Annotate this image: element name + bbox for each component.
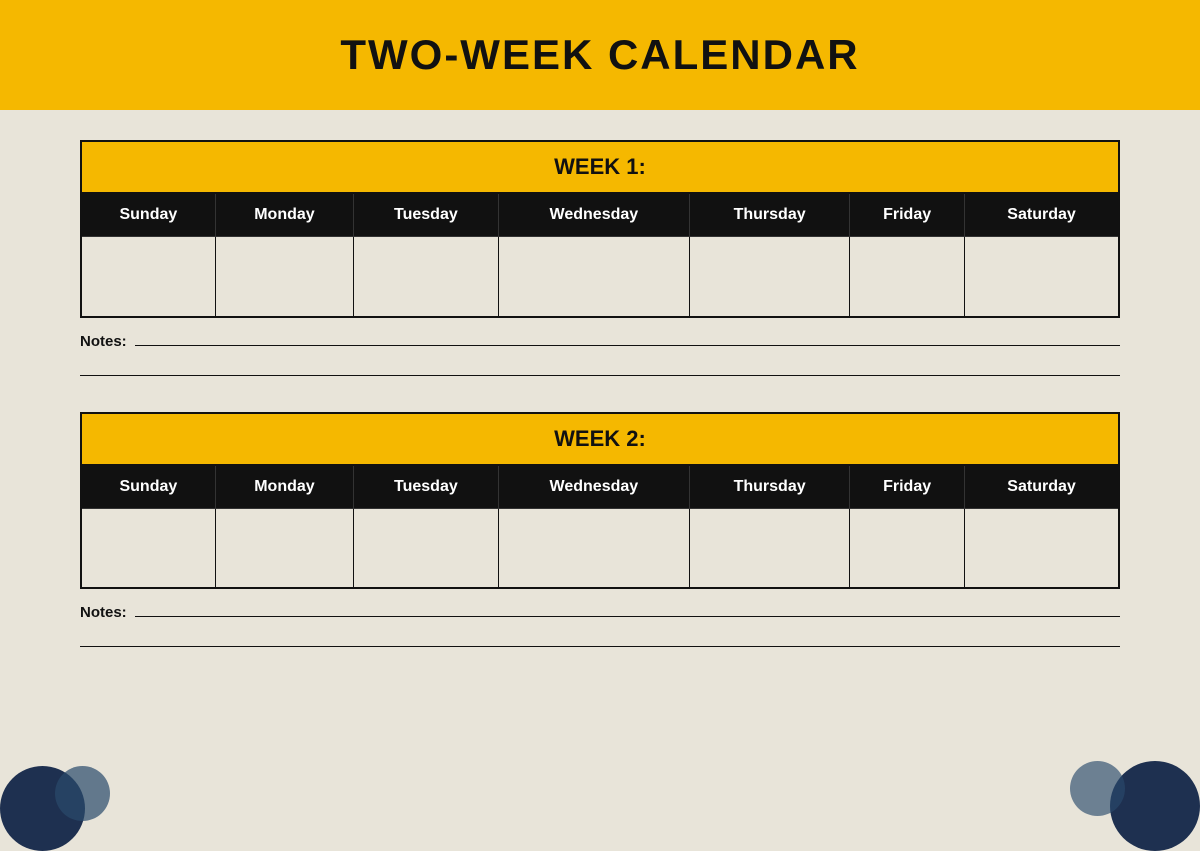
week1-sunday-cell[interactable]: [81, 237, 215, 317]
week2-thursday-header: Thursday: [690, 465, 850, 509]
week1-thursday-cell[interactable]: [690, 237, 850, 317]
week2-section: WEEK 2: Sunday Monday Tuesday Wednesday …: [80, 412, 1120, 656]
main-content: WEEK 1: Sunday Monday Tuesday Wednesday …: [0, 110, 1200, 713]
week1-friday-header: Friday: [850, 193, 965, 237]
page-title: TWO-WEEK CALENDAR: [340, 31, 859, 79]
week2-notes-label: Notes:: [80, 604, 127, 621]
week1-monday-cell[interactable]: [215, 237, 353, 317]
week1-content-row: [81, 237, 1119, 317]
week2-monday-header: Monday: [215, 465, 353, 509]
week1-monday-header: Monday: [215, 193, 353, 237]
week1-wednesday-header: Wednesday: [498, 193, 689, 237]
week1-tuesday-header: Tuesday: [354, 193, 499, 237]
week1-saturday-header: Saturday: [965, 193, 1119, 237]
week2-saturday-cell[interactable]: [965, 508, 1119, 588]
week1-notes-line2[interactable]: [80, 358, 1120, 376]
week1-header-row: WEEK 1:: [81, 141, 1119, 193]
week2-notes-line1: Notes:: [80, 599, 1120, 621]
week1-notes-label: Notes:: [80, 333, 127, 350]
week2-tuesday-header: Tuesday: [354, 465, 499, 509]
week2-friday-cell[interactable]: [850, 508, 965, 588]
week2-thursday-cell[interactable]: [690, 508, 850, 588]
week2-table: WEEK 2: Sunday Monday Tuesday Wednesday …: [80, 412, 1120, 590]
week2-saturday-header: Saturday: [965, 465, 1119, 509]
week1-table: WEEK 1: Sunday Monday Tuesday Wednesday …: [80, 140, 1120, 318]
week1-label: WEEK 1:: [81, 141, 1119, 193]
week1-saturday-cell[interactable]: [965, 237, 1119, 317]
week1-notes-line1: Notes:: [80, 328, 1120, 350]
week1-day-headers: Sunday Monday Tuesday Wednesday Thursday…: [81, 193, 1119, 237]
deco-bottom-left: [0, 751, 120, 851]
page-header: TWO-WEEK CALENDAR: [0, 0, 1200, 110]
week2-notes-underline1[interactable]: [135, 599, 1120, 617]
week2-notes-line2[interactable]: [80, 629, 1120, 647]
week2-tuesday-cell[interactable]: [354, 508, 499, 588]
week1-thursday-header: Thursday: [690, 193, 850, 237]
week1-section: WEEK 1: Sunday Monday Tuesday Wednesday …: [80, 140, 1120, 384]
circle-small-right: [1070, 761, 1125, 816]
week2-sunday-cell[interactable]: [81, 508, 215, 588]
week2-day-headers: Sunday Monday Tuesday Wednesday Thursday…: [81, 465, 1119, 509]
week2-content-row: [81, 508, 1119, 588]
week1-wednesday-cell[interactable]: [498, 237, 689, 317]
week2-label: WEEK 2:: [81, 413, 1119, 465]
week1-tuesday-cell[interactable]: [354, 237, 499, 317]
circle-small-left: [55, 766, 110, 821]
week1-notes-section: Notes:: [80, 328, 1120, 384]
deco-bottom-right: [1070, 751, 1200, 851]
week2-friday-header: Friday: [850, 465, 965, 509]
week2-notes-section: Notes:: [80, 599, 1120, 655]
week1-sunday-header: Sunday: [81, 193, 215, 237]
week1-friday-cell[interactable]: [850, 237, 965, 317]
week1-notes-underline1[interactable]: [135, 328, 1120, 346]
week2-sunday-header: Sunday: [81, 465, 215, 509]
week2-header-row: WEEK 2:: [81, 413, 1119, 465]
week2-wednesday-cell[interactable]: [498, 508, 689, 588]
week2-wednesday-header: Wednesday: [498, 465, 689, 509]
circle-large-right: [1110, 761, 1200, 851]
week2-monday-cell[interactable]: [215, 508, 353, 588]
